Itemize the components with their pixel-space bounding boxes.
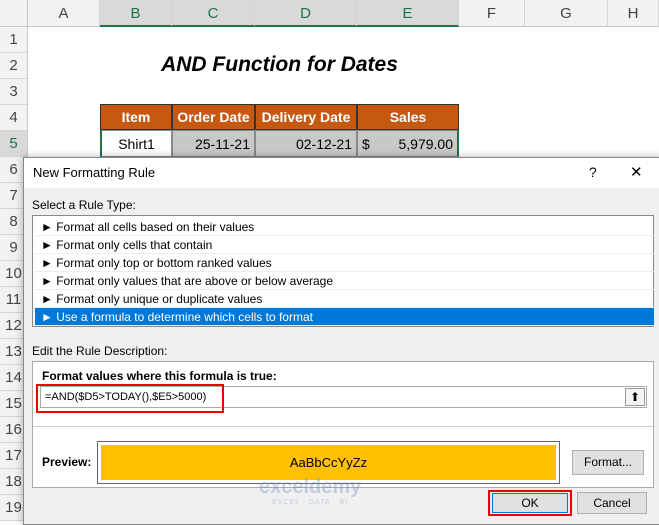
col-header-g[interactable]: G — [525, 0, 608, 27]
collapse-dialog-icon[interactable]: ⬆ — [625, 388, 645, 406]
select-rule-type-label: Select a Rule Type: — [32, 198, 136, 212]
cell-order-date[interactable]: 25-11-21 — [172, 130, 255, 157]
row-header-1[interactable]: 1 — [0, 27, 28, 53]
dialog-title: New Formatting Rule — [33, 165, 156, 180]
header-delivery-date: Delivery Date — [255, 104, 357, 130]
dialog-title-bar[interactable]: New Formatting Rule ? ✕ — [24, 158, 659, 188]
currency-symbol: $ — [362, 136, 370, 152]
col-header-h[interactable]: H — [608, 0, 659, 27]
rule-type-item-selected[interactable]: ► Use a formula to determine which cells… — [35, 308, 654, 326]
col-header-c[interactable]: C — [172, 0, 255, 27]
watermark-name: exceldemy — [259, 476, 362, 498]
watermark-tagline: EXCEL · DATA · BI — [272, 499, 349, 506]
formula-label: Format values where this formula is true… — [42, 369, 277, 383]
sheet-title: AND Function for Dates — [161, 53, 398, 76]
cancel-button[interactable]: Cancel — [577, 492, 647, 514]
close-icon[interactable]: ✕ — [630, 163, 643, 181]
rule-type-list[interactable]: ► Format all cells based on their values… — [32, 215, 654, 327]
rule-type-item[interactable]: ► Format only values that are above or b… — [35, 272, 654, 290]
corner-select-all[interactable] — [0, 0, 28, 27]
col-header-d[interactable]: D — [255, 0, 357, 27]
row-header-2[interactable]: 2 — [0, 53, 28, 79]
ok-button[interactable]: OK — [492, 493, 568, 513]
rule-description-panel: Format values where this formula is true… — [32, 361, 654, 488]
cell-item[interactable]: Shirt1 — [100, 130, 172, 157]
sales-value: 5,979.00 — [398, 136, 454, 152]
col-header-b[interactable]: B — [100, 0, 172, 27]
preview-sample: AaBbCcYyZz — [101, 445, 556, 480]
formula-highlight-box — [36, 384, 224, 413]
col-header-e[interactable]: E — [357, 0, 459, 27]
preview-label: Preview: — [42, 455, 92, 469]
header-sales: Sales — [357, 104, 459, 130]
format-button[interactable]: Format... — [572, 450, 644, 475]
edit-rule-description-label: Edit the Rule Description: — [32, 344, 168, 358]
row-header-4[interactable]: 4 — [0, 105, 28, 131]
header-item: Item — [100, 104, 172, 130]
rule-type-item[interactable]: ► Format only unique or duplicate values — [35, 290, 654, 308]
row-header-5[interactable]: 5 — [0, 131, 28, 157]
cell-sales[interactable]: $ 5,979.00 — [357, 130, 459, 157]
divider — [33, 426, 653, 427]
rule-type-item[interactable]: ► Format only top or bottom ranked value… — [35, 254, 654, 272]
rule-type-item[interactable]: ► Format only cells that contain — [35, 236, 654, 254]
header-order-date: Order Date — [172, 104, 255, 130]
watermark: exceldemy EXCEL · DATA · BI — [259, 476, 361, 506]
help-button[interactable]: ? — [589, 164, 597, 180]
col-header-a[interactable]: A — [28, 0, 100, 27]
new-formatting-rule-dialog: New Formatting Rule ? ✕ Select a Rule Ty… — [23, 157, 659, 525]
row-header-3[interactable]: 3 — [0, 79, 28, 105]
col-header-f[interactable]: F — [459, 0, 525, 27]
rule-type-item[interactable]: ► Format all cells based on their values — [35, 218, 654, 236]
cell-delivery-date[interactable]: 02-12-21 — [255, 130, 357, 157]
